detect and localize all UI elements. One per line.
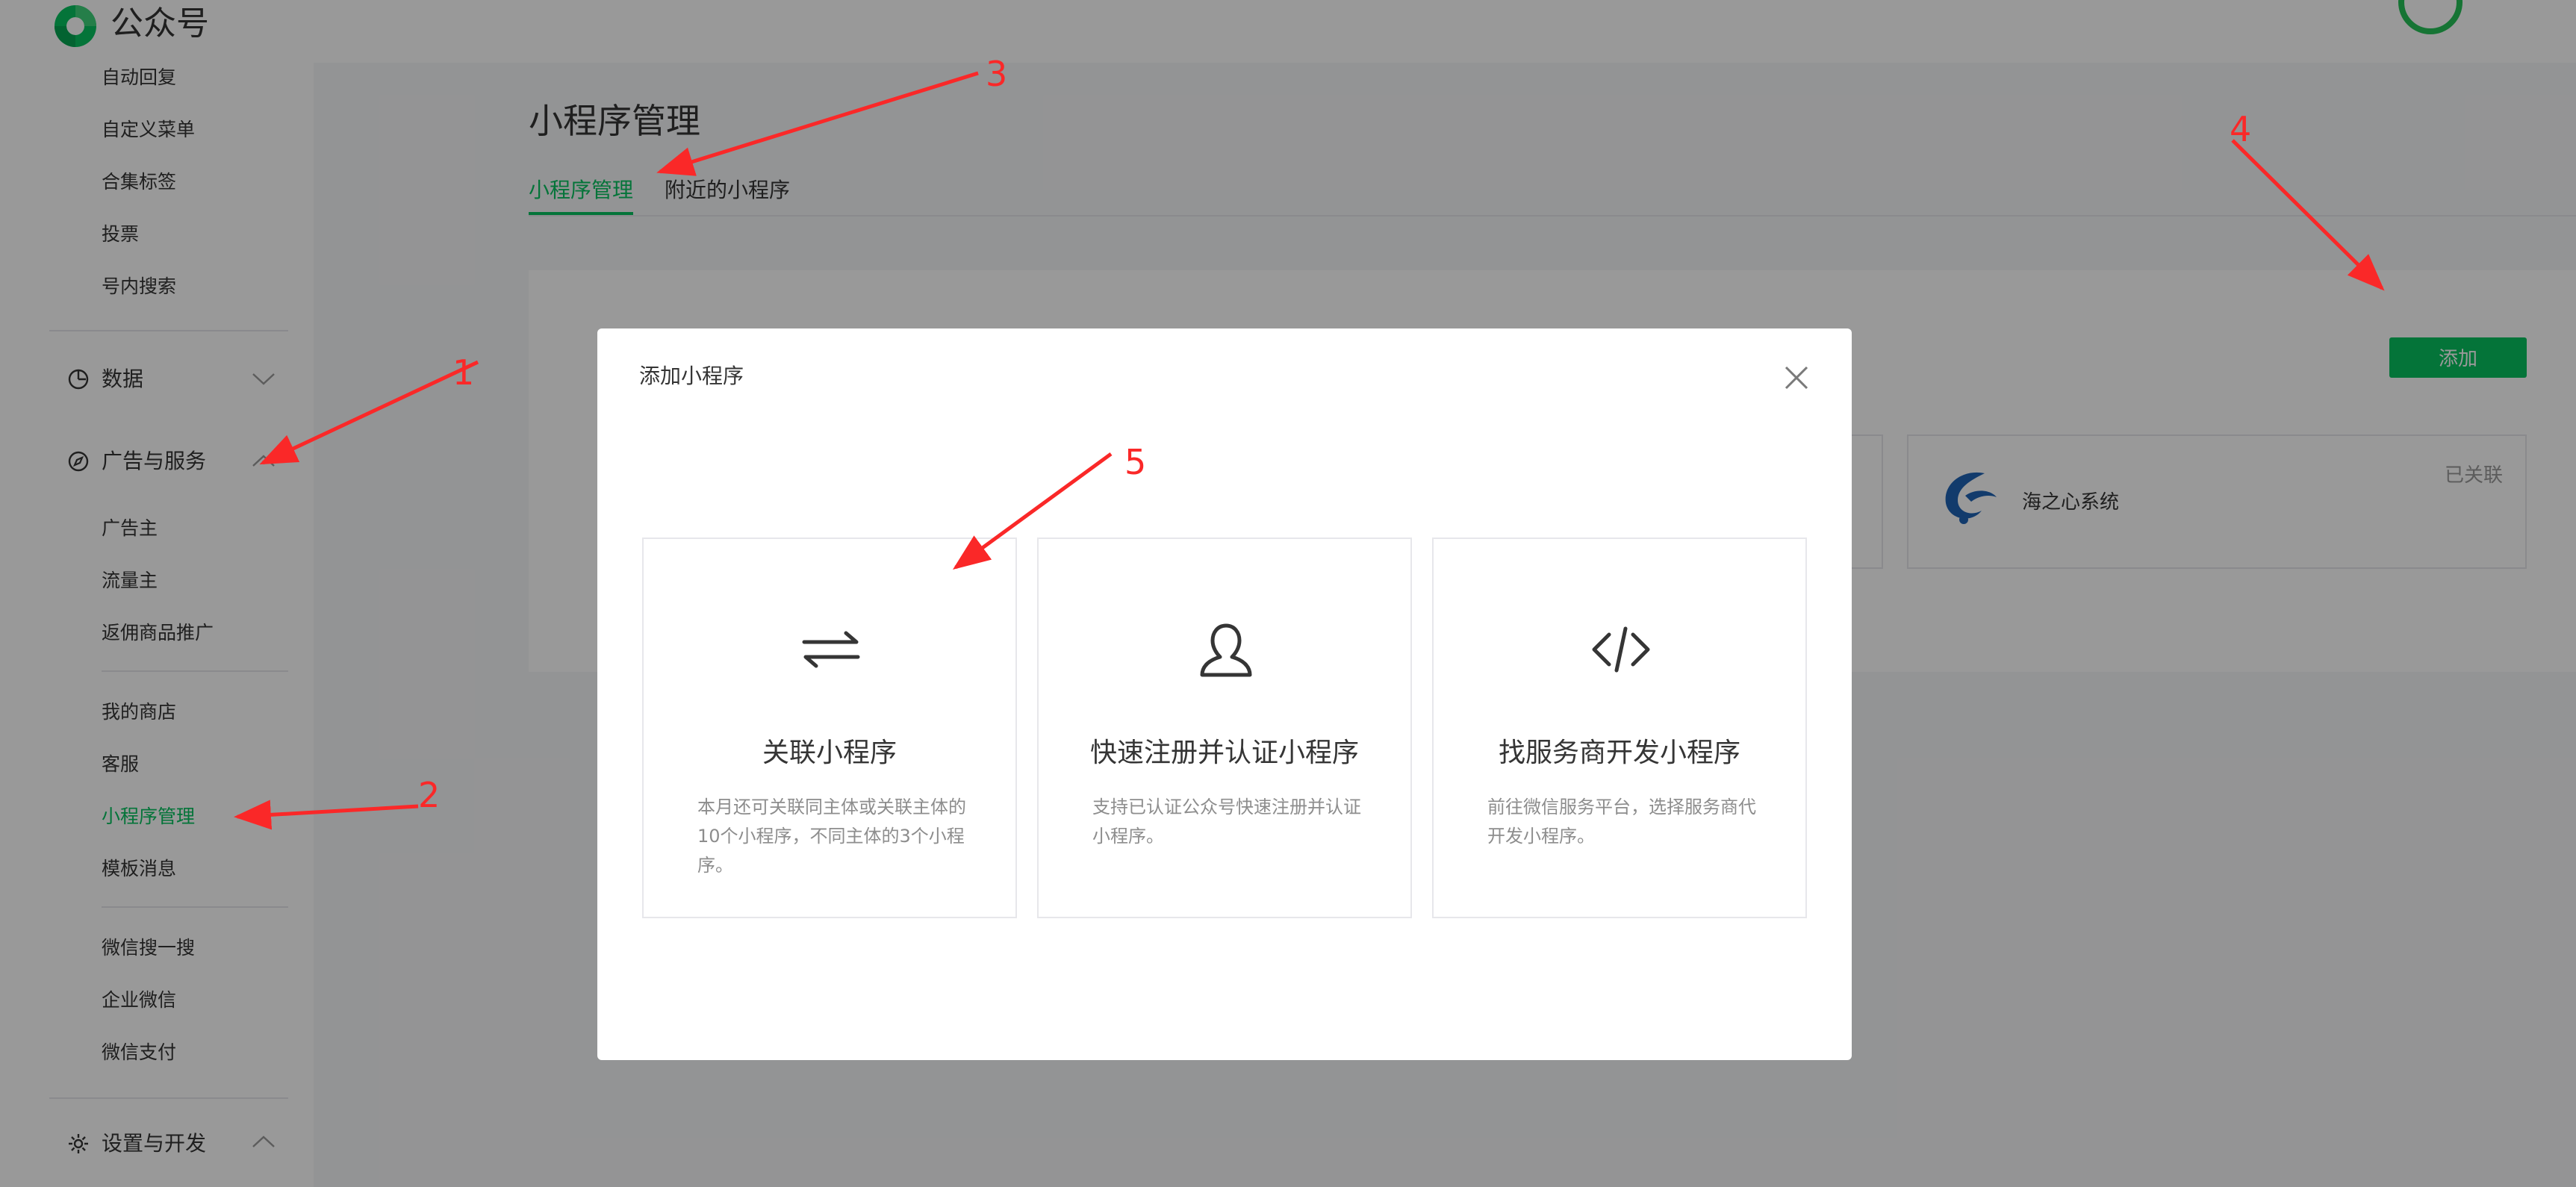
swap-arrows-icon [802, 631, 860, 668]
quick-register-option[interactable]: 快速注册并认证小程序 支持已认证公众号快速注册并认证小程序。 [1037, 538, 1412, 918]
option-description: 支持已认证公众号快速注册并认证小程序。 [1092, 797, 1361, 847]
annotation-label-4: 4 [2230, 109, 2252, 149]
annotation-label-2: 2 [418, 775, 441, 815]
add-miniprogram-dialog: 添加小程序 关联小程序 本月还可关联同主体或关联主体的10个小程序，不同主体的3… [597, 328, 1852, 1060]
dialog-title: 添加小程序 [639, 364, 744, 388]
code-icon [1592, 626, 1650, 673]
annotation-label-1: 1 [452, 352, 475, 393]
user-icon [1200, 623, 1252, 677]
option-title: 找服务商开发小程序 [1498, 738, 1740, 768]
link-miniprogram-option[interactable]: 关联小程序 本月还可关联同主体或关联主体的10个小程序，不同主体的3个小程序。 [642, 538, 1017, 918]
option-title: 快速注册并认证小程序 [1089, 738, 1359, 768]
annotation-label-3: 3 [986, 54, 1008, 94]
option-description: 前往微信服务平台，选择服务商代开发小程序。 [1487, 797, 1756, 847]
close-icon[interactable] [1782, 363, 1811, 393]
annotation-label-5: 5 [1124, 442, 1147, 482]
option-title: 关联小程序 [762, 738, 897, 768]
find-service-provider-option[interactable]: 找服务商开发小程序 前往微信服务平台，选择服务商代开发小程序。 [1432, 538, 1807, 918]
option-description: 本月还可关联同主体或关联主体的10个小程序，不同主体的3个小程序。 [697, 797, 966, 876]
